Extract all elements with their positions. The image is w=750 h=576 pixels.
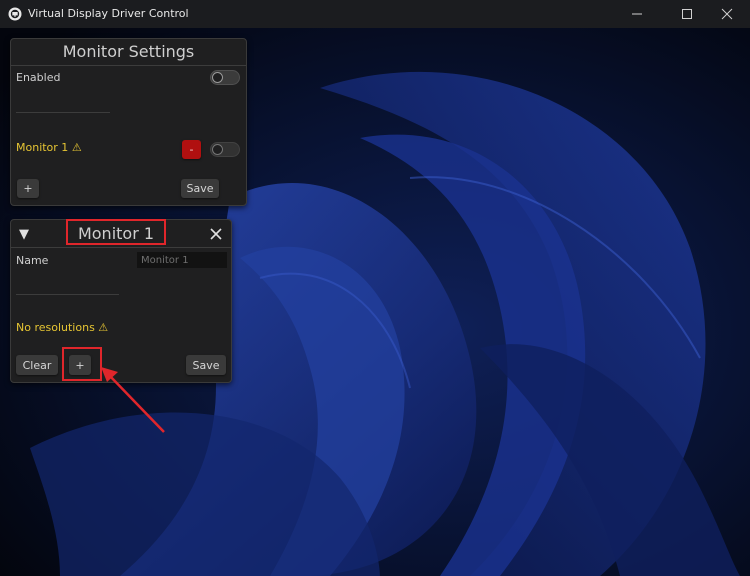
pointer-arrow bbox=[101, 367, 165, 433]
